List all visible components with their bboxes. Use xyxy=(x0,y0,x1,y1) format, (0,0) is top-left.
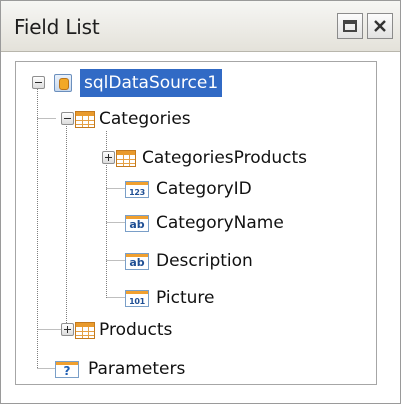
table-icon xyxy=(114,147,138,169)
close-icon xyxy=(374,20,386,32)
restore-window-icon xyxy=(343,20,357,32)
tree-node-label: Parameters xyxy=(88,359,186,379)
tree-node-label: CategoriesProducts xyxy=(142,148,308,168)
text-field-icon: ab xyxy=(124,250,149,272)
field-list-panel: Field List sqlDataSource1 Categories Cat… xyxy=(0,0,401,404)
parameters-icon: ? xyxy=(54,358,79,380)
tree-node-label: sqlDataSource1 xyxy=(80,69,223,97)
tree-node-label: Categories xyxy=(99,109,191,129)
tree-node-label: Description xyxy=(156,251,253,271)
panel-title: Field List xyxy=(14,15,100,39)
tree-node-field[interactable]: 101 Picture xyxy=(124,283,324,313)
tree-node-field[interactable]: ab CategoryName xyxy=(124,208,344,238)
panel-titlebar: Field List xyxy=(1,1,400,52)
binary-field-icon: 101 xyxy=(124,287,149,309)
table-icon xyxy=(73,108,97,130)
number-field-icon: 123 xyxy=(124,178,149,200)
tree-node-label: Picture xyxy=(156,288,215,308)
tree-node-field[interactable]: 123 CategoryID xyxy=(124,174,324,204)
restore-window-button[interactable] xyxy=(337,13,363,39)
tree-node-datasource[interactable]: sqlDataSource1 xyxy=(24,69,264,99)
tree-node-label: Products xyxy=(99,320,173,340)
tree-node-label: CategoryName xyxy=(156,213,284,233)
text-field-icon: ab xyxy=(124,212,149,234)
close-button[interactable] xyxy=(367,13,393,39)
field-tree[interactable]: sqlDataSource1 Categories CategoriesProd… xyxy=(15,61,377,385)
tree-node-products[interactable]: Products xyxy=(53,315,253,345)
tree-node-parameters[interactable]: ? Parameters xyxy=(54,354,254,384)
datasource-icon xyxy=(52,72,76,94)
tree-node-label: CategoryID xyxy=(156,179,252,199)
tree-node-categoriesproducts[interactable]: CategoriesProducts xyxy=(94,143,364,173)
collapse-icon[interactable] xyxy=(32,76,45,89)
tree-node-field[interactable]: ab Description xyxy=(124,246,324,276)
tree-node-categories[interactable]: Categories xyxy=(53,104,253,134)
table-icon xyxy=(73,319,97,341)
